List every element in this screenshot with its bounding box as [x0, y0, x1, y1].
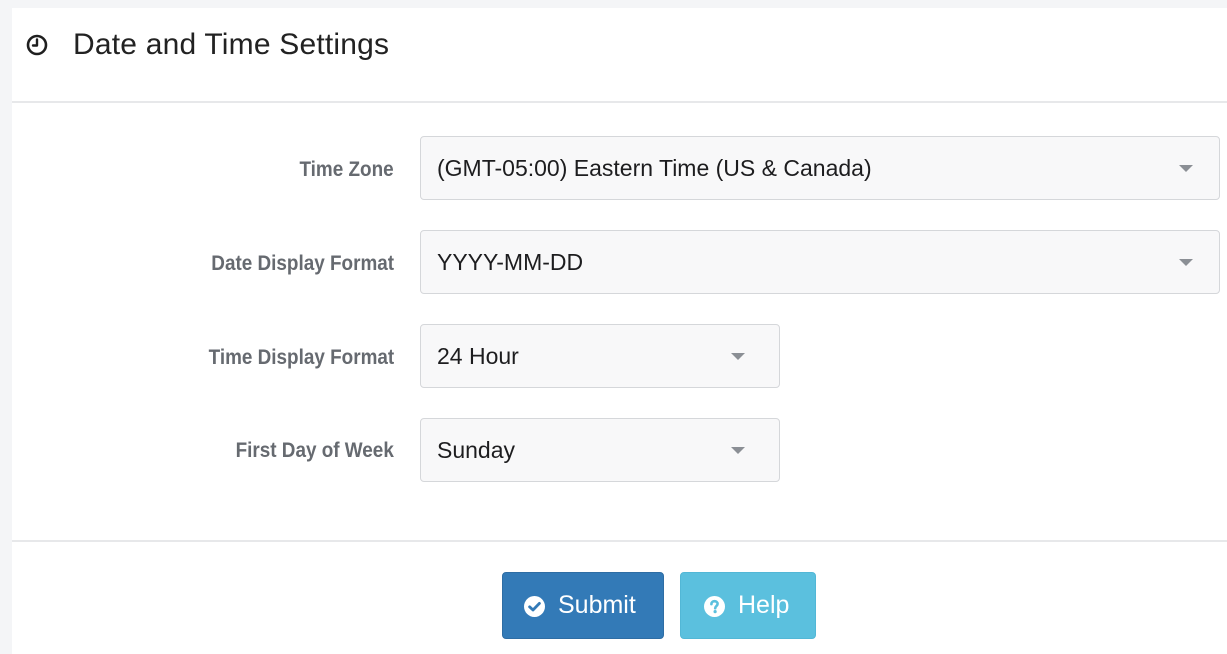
help-button[interactable]: Help — [680, 572, 816, 639]
page: Date and Time Settings Time Zone (GMT-05… — [0, 0, 1227, 654]
date-format-value: YYYY-MM-DD — [437, 249, 584, 275]
time-format-select[interactable]: 24 Hour — [420, 324, 780, 388]
time-format-label: Time Display Format — [208, 346, 394, 369]
submit-button-label: Submit — [558, 591, 636, 619]
submit-button[interactable]: Submit — [502, 572, 664, 639]
date-format-select[interactable]: YYYY-MM-DD — [420, 230, 1220, 294]
panel-header: Date and Time Settings — [12, 8, 1227, 103]
time-zone-label: Time Zone — [299, 158, 394, 181]
chevron-down-icon — [731, 447, 745, 454]
first-day-select[interactable]: Sunday — [420, 418, 780, 482]
time-zone-value: (GMT-05:00) Eastern Time (US & Canada) — [437, 155, 872, 181]
left-background-strip — [0, 8, 12, 654]
chevron-down-icon — [731, 353, 745, 360]
page-title: Date and Time Settings — [73, 28, 390, 61]
time-format-value: 24 Hour — [437, 343, 519, 369]
top-background-strip — [0, 0, 1227, 8]
date-time-settings-panel: Date and Time Settings Time Zone (GMT-05… — [12, 8, 1227, 654]
question-circle-icon — [704, 596, 725, 617]
first-day-value: Sunday — [437, 437, 516, 463]
help-button-label: Help — [738, 591, 790, 619]
first-day-label: First Day of Week — [235, 439, 394, 462]
clock-icon — [26, 34, 48, 56]
time-zone-select[interactable]: (GMT-05:00) Eastern Time (US & Canada) — [420, 136, 1220, 200]
check-circle-icon — [524, 596, 545, 617]
footer-divider — [12, 540, 1227, 542]
chevron-down-icon — [1179, 259, 1193, 266]
date-format-label: Date Display Format — [211, 252, 394, 275]
chevron-down-icon — [1179, 165, 1193, 172]
